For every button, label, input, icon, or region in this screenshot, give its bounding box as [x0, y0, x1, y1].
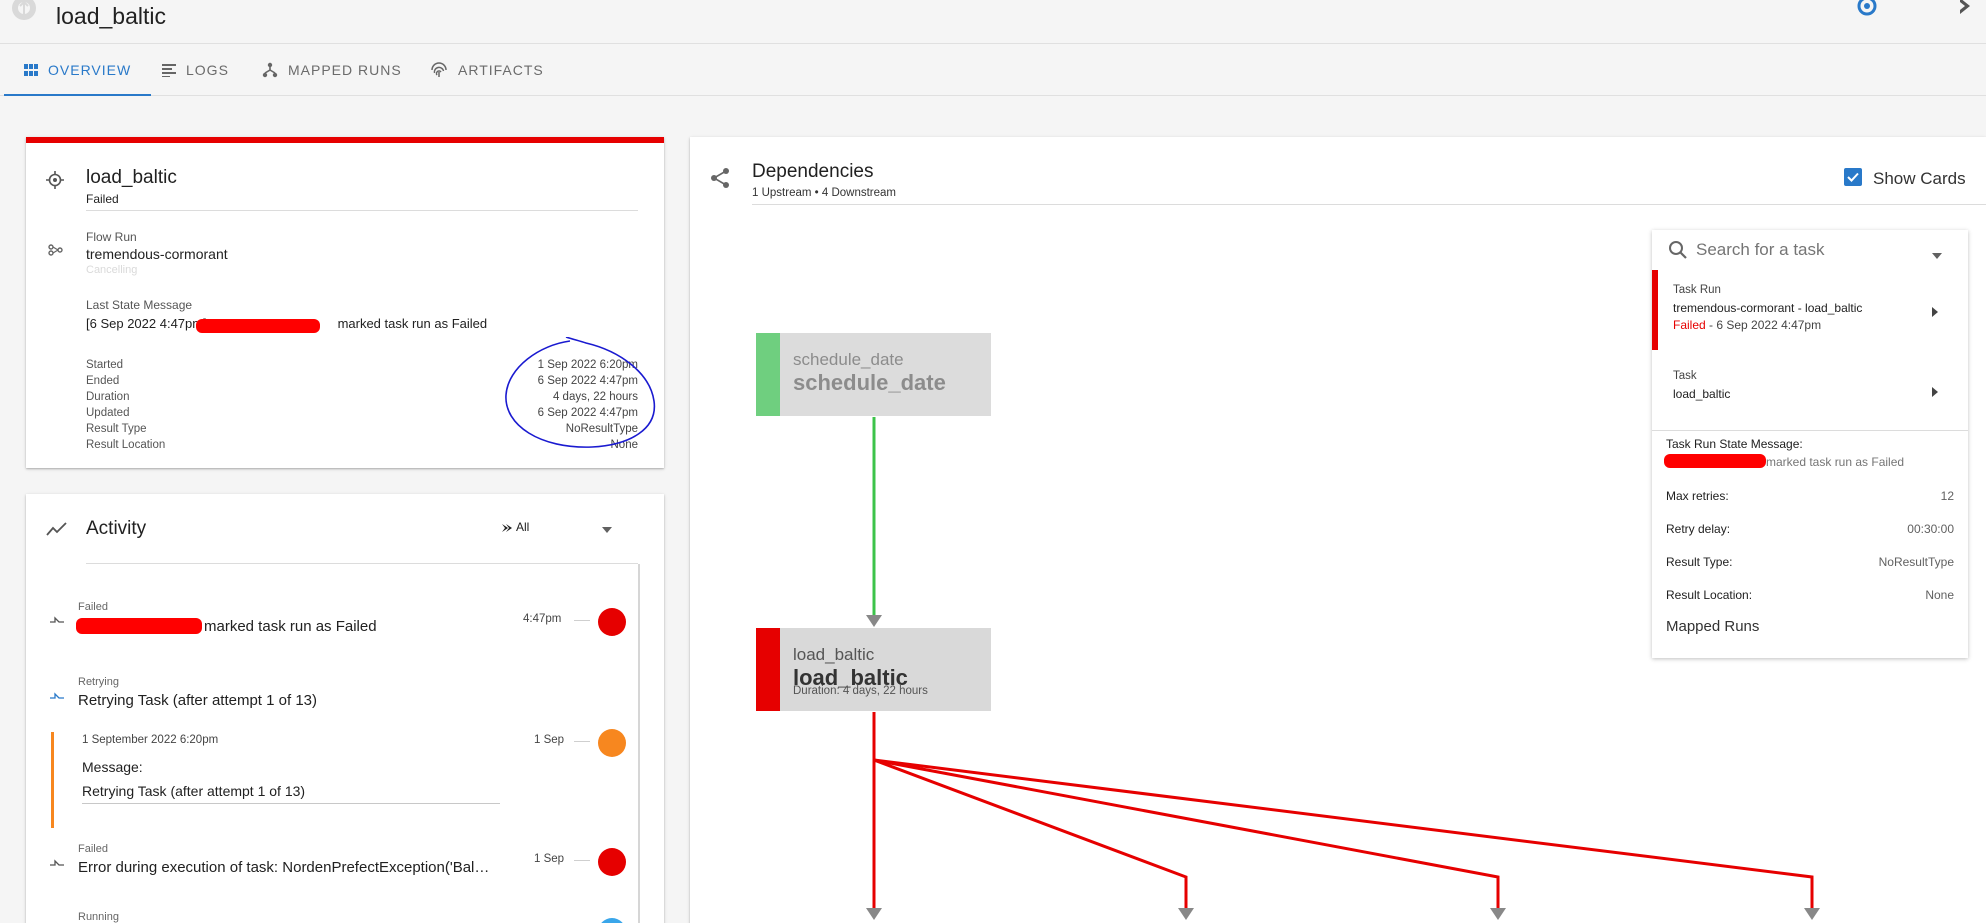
task-search-input[interactable]	[1696, 238, 1916, 262]
state-message-text: marked task run as Failed	[1766, 455, 1905, 469]
activity-text: Retrying Task (after attempt 1 of 13)	[78, 692, 317, 709]
task-label: Task	[1673, 370, 1697, 382]
fork-icon	[262, 62, 278, 78]
search-icon	[1668, 240, 1688, 265]
annotation-circle	[505, 337, 656, 448]
result-location-row: Result Location: None	[1666, 588, 1954, 602]
activity-state: Retrying	[78, 676, 119, 688]
task-run-card: load_baltic Failed Flow Run tremendous-c…	[26, 137, 664, 468]
tab-bar: OVERVIEW LOGS MAPPED RUNS ARTIFACTS	[0, 44, 1986, 96]
flow-run-label: Flow Run	[86, 230, 137, 244]
retry-accent-bar	[51, 732, 54, 828]
top-bar: load_baltic	[0, 0, 1986, 44]
activity-card: Activity All Failed marked task run as F…	[26, 494, 664, 923]
activity-text: marked task run as Failed	[204, 618, 377, 635]
chevron-right-icon	[1932, 304, 1938, 322]
chevron-right-icon[interactable]	[1956, 0, 1978, 19]
help-icon[interactable]	[1856, 0, 1878, 23]
task-run-label: Task Run	[1673, 284, 1721, 296]
task-run-name: tremendous-cormorant - load_baltic	[1673, 301, 1863, 315]
node-subtitle: load_baltic	[793, 645, 875, 664]
state-message-label: Task Run State Message:	[1666, 437, 1803, 451]
logs-icon	[162, 63, 176, 77]
result-type-row: Result Type: NoResultType	[1666, 555, 1954, 569]
running-dot[interactable]	[598, 918, 626, 923]
grid-icon	[24, 64, 38, 76]
task-item[interactable]: Task load_baltic	[1652, 358, 1968, 410]
divider	[86, 563, 638, 564]
redaction-mark	[76, 618, 202, 634]
tab-logs[interactable]: LOGS	[162, 44, 229, 96]
message-text: Retrying Task (after attempt 1 of 13)	[82, 783, 306, 799]
activity-time: 1 Sep	[534, 853, 565, 865]
activity-state: Failed	[78, 601, 108, 613]
task-search-panel: Task Run tremendous-cormorant - load_bal…	[1652, 230, 1968, 658]
flow-run-state: Cancelling	[86, 264, 138, 276]
prefect-logo-icon[interactable]	[10, 0, 36, 26]
node-subtitle: schedule_date	[793, 350, 904, 369]
flow-icon	[48, 243, 64, 261]
activity-text: Error during execution of task: NordenPr…	[78, 859, 490, 876]
tab-artifacts[interactable]: ARTIFACTS	[430, 44, 544, 96]
last-state-suffix: marked task run as Failed	[337, 316, 488, 331]
divider	[86, 210, 638, 211]
retry-delay-row: Retry delay: 00:30:00	[1666, 522, 1954, 536]
failed-dot[interactable]	[598, 848, 626, 876]
node-duration: Duration: 4 days, 22 hours	[793, 685, 928, 697]
timeline-line	[638, 564, 640, 923]
filter-arrow-icon	[502, 521, 512, 535]
mapped-runs-link[interactable]: Mapped Runs	[1666, 618, 1759, 635]
tab-logs-label: LOGS	[186, 62, 229, 78]
retrying-dot[interactable]	[598, 729, 626, 757]
activity-state: Failed	[78, 843, 108, 855]
caret-down-icon	[602, 522, 612, 536]
activity-filter-value: All	[516, 520, 530, 534]
last-state-label: Last State Message	[86, 298, 193, 312]
node-title: schedule_date	[793, 370, 946, 395]
activity-title: Activity	[86, 518, 147, 539]
tab-mapped-runs[interactable]: MAPPED RUNS	[262, 44, 402, 96]
state-change-icon	[50, 613, 64, 631]
page-title: load_baltic	[56, 3, 166, 29]
max-retries-row: Max retries: 12	[1666, 489, 1954, 503]
caret-down-icon[interactable]	[1932, 246, 1942, 264]
flow-run-link[interactable]: tremendous-cormorant	[86, 246, 228, 262]
task-state: Failed	[86, 192, 119, 206]
tab-artifacts-label: ARTIFACTS	[458, 62, 544, 78]
tab-overview[interactable]: OVERVIEW	[4, 44, 152, 96]
state-change-icon	[50, 856, 64, 874]
activity-date: 1 September 2022 6:20pm	[82, 734, 219, 746]
target-icon	[46, 171, 64, 194]
fingerprint-icon	[430, 62, 448, 78]
failed-dot[interactable]	[598, 608, 626, 636]
task-run-status: Failed - 6 Sep 2022 4:47pm	[1673, 318, 1822, 332]
activity-time: 4:47pm	[523, 613, 562, 625]
trend-icon	[46, 522, 68, 541]
node-state-stripe	[756, 628, 780, 711]
task-name: load_baltic	[1673, 387, 1731, 401]
graph-node-load-baltic[interactable]: load_baltic load_baltic Duration: 4 days…	[756, 628, 991, 711]
activity-state: Running	[78, 911, 119, 923]
state-change-icon	[50, 689, 64, 707]
task-run-item[interactable]: Task Run tremendous-cormorant - load_bal…	[1652, 270, 1968, 350]
node-state-stripe	[756, 333, 780, 416]
last-state-prefix: [6 Sep 2022 4:47pm]:	[86, 316, 211, 331]
redaction-mark	[196, 319, 320, 333]
activity-time: 1 Sep	[534, 734, 565, 746]
redaction-mark	[1664, 454, 1766, 468]
tab-underline	[4, 94, 152, 96]
message-label: Message:	[82, 759, 143, 775]
graph-node-schedule-date[interactable]: schedule_date schedule_date	[756, 333, 991, 416]
chevron-right-icon	[1932, 384, 1938, 402]
activity-filter[interactable]: All	[502, 517, 662, 539]
tab-mapped-runs-label: MAPPED RUNS	[288, 62, 402, 78]
tab-overview-label: OVERVIEW	[48, 62, 132, 78]
task-name: load_baltic	[86, 167, 177, 188]
